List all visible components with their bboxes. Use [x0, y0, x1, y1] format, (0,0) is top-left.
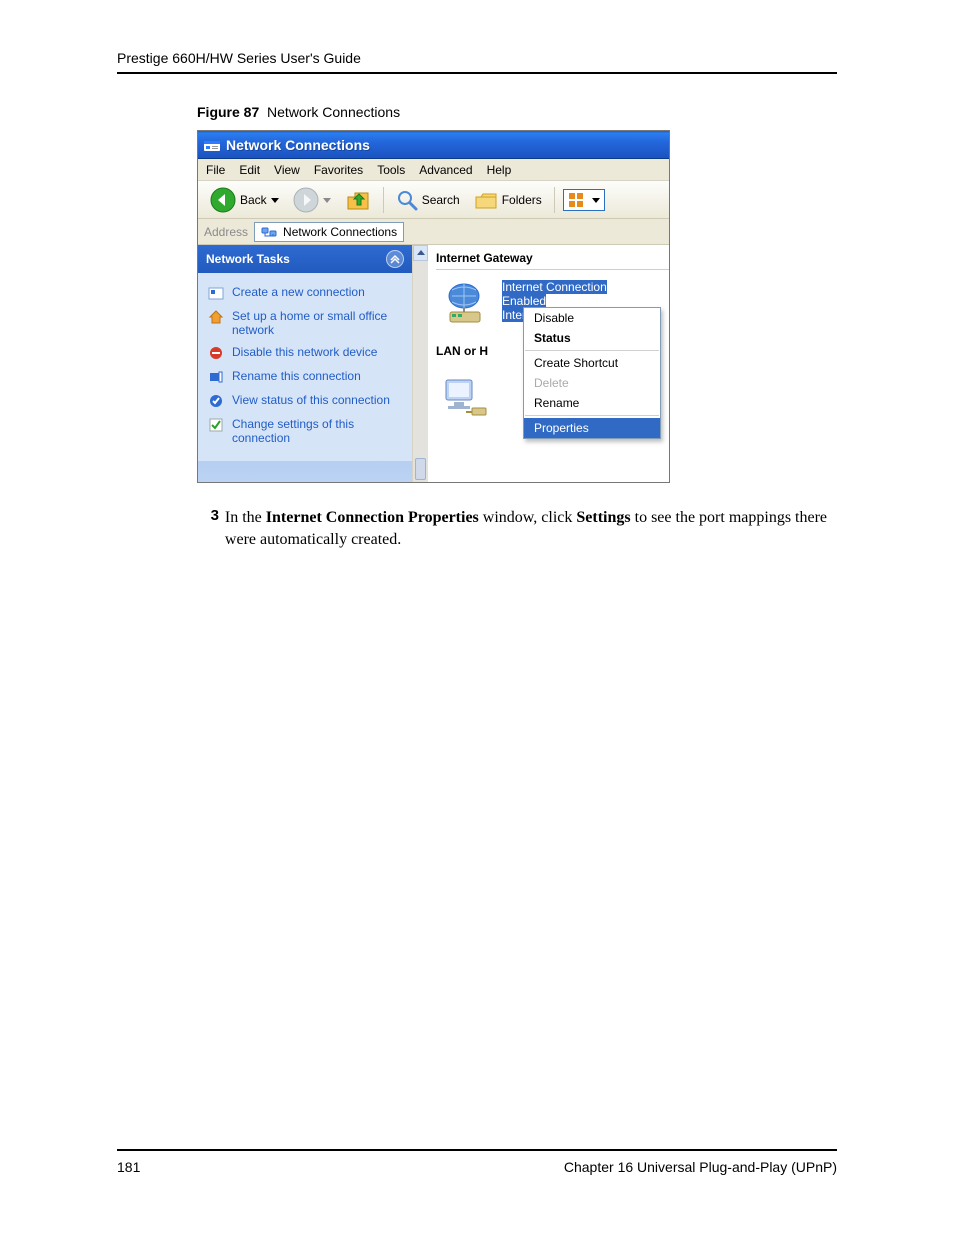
ig-line2: Enabled — [502, 294, 546, 308]
folders-button[interactable]: Folders — [470, 187, 546, 213]
cm-properties[interactable]: Properties — [524, 418, 660, 438]
running-head: Prestige 660H/HW Series User's Guide — [117, 50, 837, 66]
scroll-thumb[interactable] — [415, 458, 426, 480]
menu-edit[interactable]: Edit — [239, 163, 260, 177]
window-body: Network Tasks Create a new connection — [198, 245, 669, 482]
tasks-heading[interactable]: Network Tasks — [198, 245, 412, 273]
toolbar-separator — [383, 187, 384, 213]
scroll-up-button[interactable] — [413, 245, 428, 261]
folders-label: Folders — [502, 193, 542, 207]
search-label: Search — [422, 193, 460, 207]
figure-caption: Figure 87 Network Connections — [197, 104, 837, 120]
address-value: Network Connections — [283, 225, 397, 239]
task-label: Disable this network device — [232, 345, 377, 359]
menu-file[interactable]: File — [206, 163, 225, 177]
wizard-icon — [208, 285, 224, 301]
task-disable-device[interactable]: Disable this network device — [206, 341, 404, 365]
context-menu: Disable Status Create Shortcut Delete Re… — [523, 307, 661, 439]
group-internet-gateway: Internet Gateway — [436, 251, 669, 267]
cm-status[interactable]: Status — [524, 328, 660, 348]
task-view-status[interactable]: View status of this connection — [206, 389, 404, 413]
cm-delete: Delete — [524, 373, 660, 393]
disable-icon — [208, 345, 224, 361]
collapse-icon[interactable] — [386, 250, 404, 268]
tasks-panel: Network Tasks Create a new connection — [198, 245, 412, 482]
menu-advanced[interactable]: Advanced — [419, 163, 472, 177]
gateway-icon — [436, 280, 492, 328]
header-rule — [117, 72, 837, 74]
settings-icon — [208, 417, 224, 433]
titlebar[interactable]: Network Connections — [198, 131, 669, 159]
cm-separator — [525, 415, 659, 416]
task-label: Rename this connection — [232, 369, 361, 383]
rename-icon — [208, 369, 224, 385]
tasks-card: Network Tasks Create a new connection — [198, 245, 412, 461]
ig-line1: Internet Connection — [502, 280, 607, 294]
dropdown-arrow-icon — [592, 196, 600, 204]
network-connections-icon — [261, 224, 277, 240]
addressbar: Address Network Connections — [198, 219, 669, 245]
home-network-icon — [208, 309, 224, 325]
scrollbar[interactable] — [412, 245, 428, 482]
chapter-label: Chapter 16 Universal Plug-and-Play (UPnP… — [564, 1159, 837, 1175]
menu-favorites[interactable]: Favorites — [314, 163, 363, 177]
task-setup-network[interactable]: Set up a home or small office network — [206, 305, 404, 341]
window-title: Network Connections — [226, 137, 370, 153]
menu-view[interactable]: View — [274, 163, 300, 177]
dropdown-arrow-icon — [323, 196, 331, 204]
cm-disable[interactable]: Disable — [524, 308, 660, 328]
dropdown-arrow-icon — [271, 196, 279, 204]
task-label: View status of this connection — [232, 393, 390, 407]
footer-rule — [117, 1149, 837, 1151]
cm-separator — [525, 350, 659, 351]
cm-create-shortcut[interactable]: Create Shortcut — [524, 353, 660, 373]
step-3: 3 In the Internet Connection Properties … — [197, 507, 837, 551]
task-label: Change settings of this connection — [232, 417, 402, 445]
step-number: 3 — [197, 507, 219, 551]
step-text: In the Internet Connection Properties wi… — [225, 507, 837, 551]
cm-rename[interactable]: Rename — [524, 393, 660, 413]
page-number: 181 — [117, 1159, 140, 1175]
content-pane: Internet Gateway — [428, 245, 669, 482]
toolbar: Back Search Folders — [198, 181, 669, 219]
window-icon — [204, 137, 220, 153]
tasks-heading-label: Network Tasks — [206, 252, 290, 266]
footer: 181 Chapter 16 Universal Plug-and-Play (… — [117, 1159, 837, 1175]
forward-button[interactable] — [289, 185, 335, 215]
lan-icon — [436, 372, 492, 420]
task-label: Create a new connection — [232, 285, 365, 299]
xp-window: Network Connections File Edit View Favor… — [197, 130, 670, 483]
address-field[interactable]: Network Connections — [254, 222, 404, 242]
views-button[interactable] — [563, 189, 605, 211]
menu-help[interactable]: Help — [487, 163, 512, 177]
group-rule — [436, 269, 669, 270]
figure-number: Figure 87 — [197, 104, 259, 120]
search-button[interactable]: Search — [392, 187, 464, 213]
task-rename-connection[interactable]: Rename this connection — [206, 365, 404, 389]
menubar: File Edit View Favorites Tools Advanced … — [198, 159, 669, 181]
task-label: Set up a home or small office network — [232, 309, 402, 337]
up-button[interactable] — [341, 185, 375, 215]
tasks-list: Create a new connection Set up a home or… — [198, 273, 412, 461]
menu-tools[interactable]: Tools — [377, 163, 405, 177]
figure-title: Network Connections — [267, 104, 400, 120]
back-label: Back — [240, 193, 267, 207]
status-icon — [208, 393, 224, 409]
back-button[interactable]: Back — [206, 185, 283, 215]
toolbar-separator — [554, 187, 555, 213]
address-label: Address — [204, 225, 248, 239]
task-create-connection[interactable]: Create a new connection — [206, 281, 404, 305]
task-change-settings[interactable]: Change settings of this connection — [206, 413, 404, 449]
